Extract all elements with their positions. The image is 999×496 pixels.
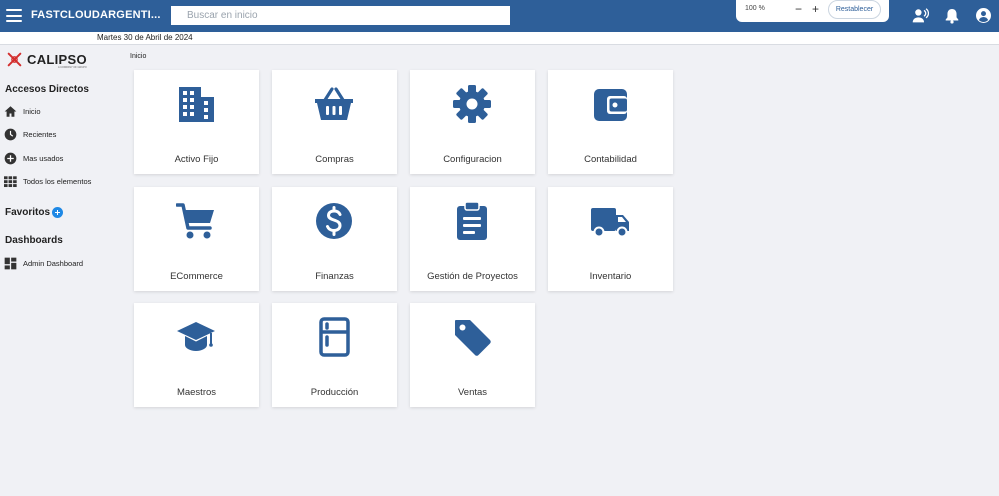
sidebar-item-label: Recientes bbox=[23, 130, 57, 139]
tile-label: Ventas bbox=[457, 387, 488, 398]
breadcrumb[interactable]: Inicio bbox=[130, 53, 146, 60]
tile-label: Producción bbox=[310, 387, 359, 398]
wallet-icon bbox=[594, 89, 627, 121]
clipboard-icon bbox=[457, 201, 487, 240]
voice-assistant-icon[interactable] bbox=[912, 8, 929, 24]
calipso-logo[interactable]: CALIPSO A COMPANY OF GRUPO bbox=[6, 52, 90, 70]
tile-configuracion[interactable]: Configuracion bbox=[410, 70, 535, 174]
logo-text: CALIPSO bbox=[27, 52, 87, 67]
company-name[interactable]: FASTCLOUDARGENTI... bbox=[31, 9, 161, 21]
menu-icon[interactable] bbox=[6, 9, 22, 22]
logo-subtext: A COMPANY OF GRUPO bbox=[58, 66, 87, 69]
tile-finanzas[interactable]: Finanzas bbox=[272, 187, 397, 291]
sidebar-item-inicio[interactable]: Inicio bbox=[4, 105, 94, 119]
tile-label: Finanzas bbox=[315, 271, 354, 282]
zoom-in-button[interactable]: + bbox=[812, 2, 819, 16]
dashboards-title: Dashboards bbox=[5, 235, 63, 246]
add-favorite-button[interactable] bbox=[52, 207, 63, 218]
sidebar-item-todos[interactable]: Todos los elementos bbox=[4, 175, 94, 189]
dashboard-icon bbox=[4, 257, 17, 270]
tile-inventario[interactable]: Inventario bbox=[548, 187, 673, 291]
user-account-icon[interactable] bbox=[976, 8, 991, 23]
gear-icon bbox=[453, 85, 491, 123]
sidebar-item-mas-usados[interactable]: Mas usados bbox=[4, 152, 94, 166]
tile-label: Configuracion bbox=[443, 154, 502, 165]
tile-activo-fijo[interactable]: Activo Fijo bbox=[134, 70, 259, 174]
top-bar: FASTCLOUDARGENTI... 100 % − + Restablece… bbox=[0, 0, 999, 32]
tile-label: Compras bbox=[315, 154, 354, 165]
home-icon bbox=[4, 106, 17, 117]
zoom-value: 100 % bbox=[745, 5, 765, 12]
tile-label: Activo Fijo bbox=[174, 154, 219, 165]
bell-icon[interactable] bbox=[945, 8, 959, 24]
search-input[interactable] bbox=[171, 6, 510, 25]
basket-icon bbox=[315, 87, 353, 120]
tile-label: Contabilidad bbox=[584, 154, 637, 165]
fridge-icon bbox=[319, 317, 350, 357]
tile-label: Inventario bbox=[589, 271, 632, 282]
sidebar-item-label: Inicio bbox=[23, 107, 41, 116]
sidebar-item-label: Admin Dashboard bbox=[23, 259, 84, 268]
tile-gestion-proyectos[interactable]: Gestión de Proyectos bbox=[410, 187, 535, 291]
sidebar-item-admin-dashboard[interactable]: Admin Dashboard bbox=[4, 257, 94, 271]
calipso-logo-icon bbox=[7, 52, 22, 67]
sidebar-item-recientes[interactable]: Recientes bbox=[4, 128, 94, 142]
building-icon bbox=[179, 87, 214, 122]
dollar-icon bbox=[316, 203, 352, 239]
tag-icon bbox=[455, 320, 491, 356]
tile-maestros[interactable]: Maestros bbox=[134, 303, 259, 407]
tile-label: Gestión de Proyectos bbox=[427, 271, 518, 282]
tile-label: ECommerce bbox=[170, 271, 223, 282]
date-bar: Martes 30 de Abril de 2024 bbox=[0, 32, 999, 45]
tile-ecommerce[interactable]: ECommerce bbox=[134, 187, 259, 291]
tile-compras[interactable]: Compras bbox=[272, 70, 397, 174]
reset-zoom-button[interactable]: Restablecer bbox=[828, 0, 881, 19]
grid-icon bbox=[4, 176, 17, 188]
zoom-control: 100 % − + Restablecer bbox=[736, 0, 889, 22]
graduation-cap-icon bbox=[177, 322, 215, 351]
plus-circle-icon bbox=[4, 152, 17, 165]
zoom-out-button[interactable]: − bbox=[795, 2, 802, 16]
favorites-title: Favoritos bbox=[5, 207, 51, 218]
clock-icon bbox=[4, 128, 17, 141]
sidebar-item-label: Todos los elementos bbox=[23, 177, 92, 186]
tile-label: Maestros bbox=[176, 387, 217, 398]
tile-ventas[interactable]: Ventas bbox=[410, 303, 535, 407]
tile-contabilidad[interactable]: Contabilidad bbox=[548, 70, 673, 174]
truck-icon bbox=[591, 208, 629, 238]
sidebar-item-label: Mas usados bbox=[23, 154, 64, 163]
quick-access-title: Accesos Directos bbox=[5, 84, 89, 95]
cart-icon bbox=[176, 203, 214, 239]
tile-produccion[interactable]: Producción bbox=[272, 303, 397, 407]
current-date: Martes 30 de Abril de 2024 bbox=[97, 33, 193, 42]
